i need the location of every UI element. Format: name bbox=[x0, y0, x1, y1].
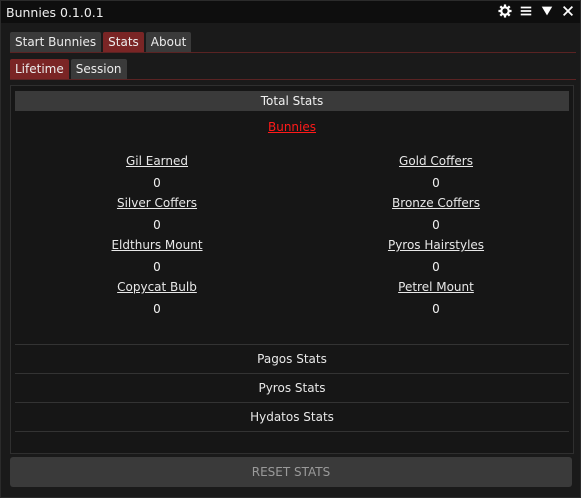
stat-label-copycat-bulb: Copycat Bulb bbox=[117, 280, 197, 294]
sub-tab-bar: Lifetime Session bbox=[10, 59, 127, 79]
stat-value-eldthurs-mount: 0 bbox=[153, 260, 161, 274]
pagos-stats-header[interactable]: Pagos Stats bbox=[15, 345, 569, 373]
window-title: Bunnies 0.1.0.1 bbox=[6, 4, 104, 20]
stat-label-eldthurs-mount: Eldthurs Mount bbox=[111, 238, 203, 252]
stat-label-silver-coffers: Silver Coffers bbox=[116, 196, 198, 210]
stat-label-bronze-coffers: Bronze Coffers bbox=[392, 196, 480, 210]
stat-value-copycat-bulb: 0 bbox=[153, 302, 161, 316]
stat-value-silver-coffers: 0 bbox=[153, 218, 161, 232]
menu-icon[interactable] bbox=[518, 3, 534, 19]
total-stats-header[interactable]: Total Stats bbox=[15, 91, 569, 111]
stat-label-gold-coffers: Gold Coffers bbox=[399, 154, 473, 168]
stat-label-pyros-hairstyles: Pyros Hairstyles bbox=[387, 238, 485, 252]
tab-separator bbox=[10, 52, 576, 53]
section-title: Bunnies bbox=[267, 120, 317, 134]
stat-value-gold-coffers: 0 bbox=[432, 176, 440, 190]
stats-panel: Total Stats Bunnies Gil Earned 0 Gold Co… bbox=[10, 85, 574, 454]
divider bbox=[15, 431, 569, 432]
pyros-stats-header[interactable]: Pyros Stats bbox=[15, 374, 569, 402]
tab-stats[interactable]: Stats bbox=[103, 32, 144, 52]
title-bar-icons bbox=[497, 3, 576, 19]
gear-icon[interactable] bbox=[497, 3, 513, 19]
tab-session[interactable]: Session bbox=[70, 59, 127, 79]
stat-value-pyros-hairstyles: 0 bbox=[432, 260, 440, 274]
stat-label-gil-earned: Gil Earned bbox=[125, 154, 189, 168]
tab-lifetime[interactable]: Lifetime bbox=[10, 59, 69, 79]
title-bar[interactable]: Bunnies 0.1.0.1 bbox=[1, 1, 580, 23]
stat-value-bronze-coffers: 0 bbox=[432, 218, 440, 232]
stat-label-petrel-mount: Petrel Mount bbox=[398, 280, 474, 294]
reset-stats-button[interactable]: RESET STATS bbox=[10, 457, 572, 487]
tab-start-bunnies[interactable]: Start Bunnies bbox=[10, 32, 102, 52]
hydatos-stats-header[interactable]: Hydatos Stats bbox=[15, 403, 569, 431]
sub-tab-separator bbox=[10, 79, 576, 80]
close-icon[interactable] bbox=[560, 3, 576, 19]
tab-about[interactable]: About bbox=[145, 32, 192, 52]
stat-value-gil-earned: 0 bbox=[153, 176, 161, 190]
stat-value-petrel-mount: 0 bbox=[432, 302, 440, 316]
main-tab-bar: Start Bunnies Stats About bbox=[10, 32, 192, 52]
collapse-icon[interactable] bbox=[539, 3, 555, 19]
plugin-window: Bunnies 0.1.0.1 Start Bunnies Stats Abou… bbox=[0, 0, 581, 498]
